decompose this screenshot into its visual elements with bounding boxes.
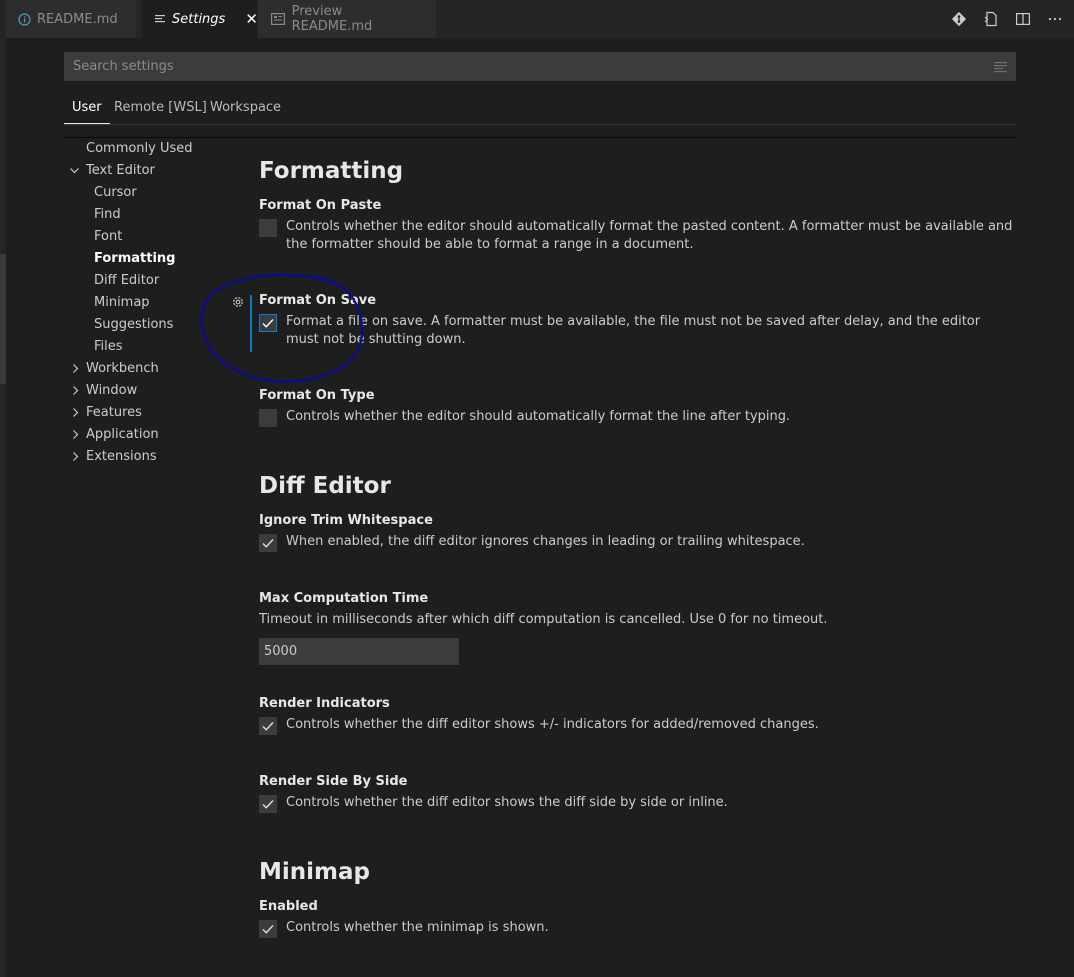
tab-workspace[interactable]: Workspace (202, 94, 289, 124)
check-icon (262, 800, 274, 809)
toc-commonly-used[interactable]: Commonly Used (86, 141, 193, 156)
chevron-right-icon[interactable] (70, 451, 81, 465)
info-icon (18, 11, 31, 27)
split-editor-icon[interactable] (1014, 10, 1032, 28)
format-on-type-checkbox[interactable] (259, 409, 277, 427)
tab-settings[interactable]: Settings ✕ (142, 0, 258, 38)
header-divider (64, 137, 1016, 138)
toc-formatting[interactable]: Formatting (94, 251, 175, 266)
left-scroll-strip (0, 38, 6, 977)
tab-remote-wsl[interactable]: Remote [WSL] (106, 94, 215, 124)
editor-tab-bar: README.md Settings ✕ Preview README.md (0, 0, 1074, 38)
tab-label: Settings (172, 11, 226, 27)
setting-title-max-computation-time: Max Computation Time (259, 591, 429, 606)
toc-cursor[interactable]: Cursor (94, 185, 137, 200)
ignore-trim-whitespace-checkbox[interactable] (259, 534, 277, 552)
format-on-paste-checkbox[interactable] (259, 219, 277, 237)
tab-label: Preview README.md (291, 4, 373, 34)
editor-toolbar (950, 0, 1064, 38)
section-title-minimap: Minimap (259, 859, 370, 885)
toc-files[interactable]: Files (94, 339, 123, 354)
format-on-save-checkbox[interactable] (259, 314, 277, 332)
section-title-formatting: Formatting (259, 158, 404, 184)
chevron-right-icon[interactable] (70, 363, 81, 377)
preview-icon (270, 11, 286, 27)
render-indicators-checkbox[interactable] (259, 717, 277, 735)
toc-text-editor[interactable]: Text Editor (86, 163, 155, 178)
open-json-icon[interactable] (982, 10, 1000, 28)
setting-title-render-indicators: Render Indicators (259, 696, 390, 711)
setting-title-format-on-save: Format On Save (259, 293, 377, 308)
toc-window[interactable]: Window (86, 383, 137, 398)
tab-user[interactable]: User (64, 94, 110, 124)
chevron-right-icon[interactable] (70, 429, 81, 443)
chevron-right-icon[interactable] (70, 407, 81, 421)
setting-desc-format-on-save: Format a file on save. A formatter must … (286, 314, 981, 347)
chevron-right-icon[interactable] (70, 385, 81, 399)
toc-diff-editor[interactable]: Diff Editor (94, 273, 159, 288)
section-title-diff-editor: Diff Editor (259, 473, 391, 499)
setting-desc-ignore-trim-whitespace: When enabled, the diff editor ignores ch… (286, 534, 805, 549)
check-icon (262, 319, 274, 328)
setting-desc-format-on-type: Controls whether the editor should autom… (286, 409, 791, 424)
max-computation-time-input[interactable] (259, 638, 459, 665)
close-icon[interactable]: ✕ (245, 10, 258, 28)
setting-desc-minimap-enabled: Controls whether the minimap is shown. (286, 920, 549, 935)
minimap-enabled-checkbox[interactable] (259, 920, 277, 938)
render-side-by-side-checkbox[interactable] (259, 795, 277, 813)
chevron-down-icon[interactable] (69, 165, 80, 179)
tab-preview-readme[interactable]: Preview README.md (258, 0, 436, 38)
setting-title-render-side-by-side: Render Side By Side (259, 774, 408, 789)
settings-file-icon (154, 11, 166, 27)
toc-find[interactable]: Find (94, 207, 121, 222)
check-icon (262, 722, 274, 731)
settings-search-box (64, 52, 1016, 81)
check-icon (262, 539, 274, 548)
tab-readme[interactable]: README.md (6, 0, 136, 38)
focused-setting-indicator (250, 295, 252, 352)
setting-title-format-on-type: Format On Type (259, 388, 375, 403)
tab-label: README.md (37, 11, 118, 27)
toc-minimap[interactable]: Minimap (94, 295, 150, 310)
clear-filter-icon[interactable] (993, 61, 1009, 73)
toc-font[interactable]: Font (94, 229, 122, 244)
setting-desc-format-on-paste: Controls whether the editor should autom… (286, 219, 1013, 252)
toc-extensions[interactable]: Extensions (86, 449, 157, 464)
search-input[interactable] (71, 58, 955, 75)
settings-scope-tabs: User Remote [WSL] Workspace (64, 94, 1016, 125)
setting-title-minimap-enabled: Enabled (259, 899, 318, 914)
toc-suggestions[interactable]: Suggestions (94, 317, 173, 332)
toc-application[interactable]: Application (86, 427, 159, 442)
scrollbar-thumb[interactable] (0, 254, 6, 384)
setting-title-ignore-trim-whitespace: Ignore Trim Whitespace (259, 513, 433, 528)
setting-desc-render-indicators: Controls whether the diff editor shows +… (286, 717, 819, 732)
toc-workbench[interactable]: Workbench (86, 361, 159, 376)
more-actions-icon[interactable] (1046, 10, 1064, 28)
setting-title-format-on-paste: Format On Paste (259, 198, 382, 213)
check-icon (262, 925, 274, 934)
gear-icon[interactable] (231, 295, 245, 309)
setting-desc-max-computation-time: Timeout in milliseconds after which diff… (259, 612, 828, 627)
git-compare-icon[interactable] (950, 10, 968, 28)
setting-desc-render-side-by-side: Controls whether the diff editor shows t… (286, 795, 728, 810)
toc-features[interactable]: Features (86, 405, 142, 420)
